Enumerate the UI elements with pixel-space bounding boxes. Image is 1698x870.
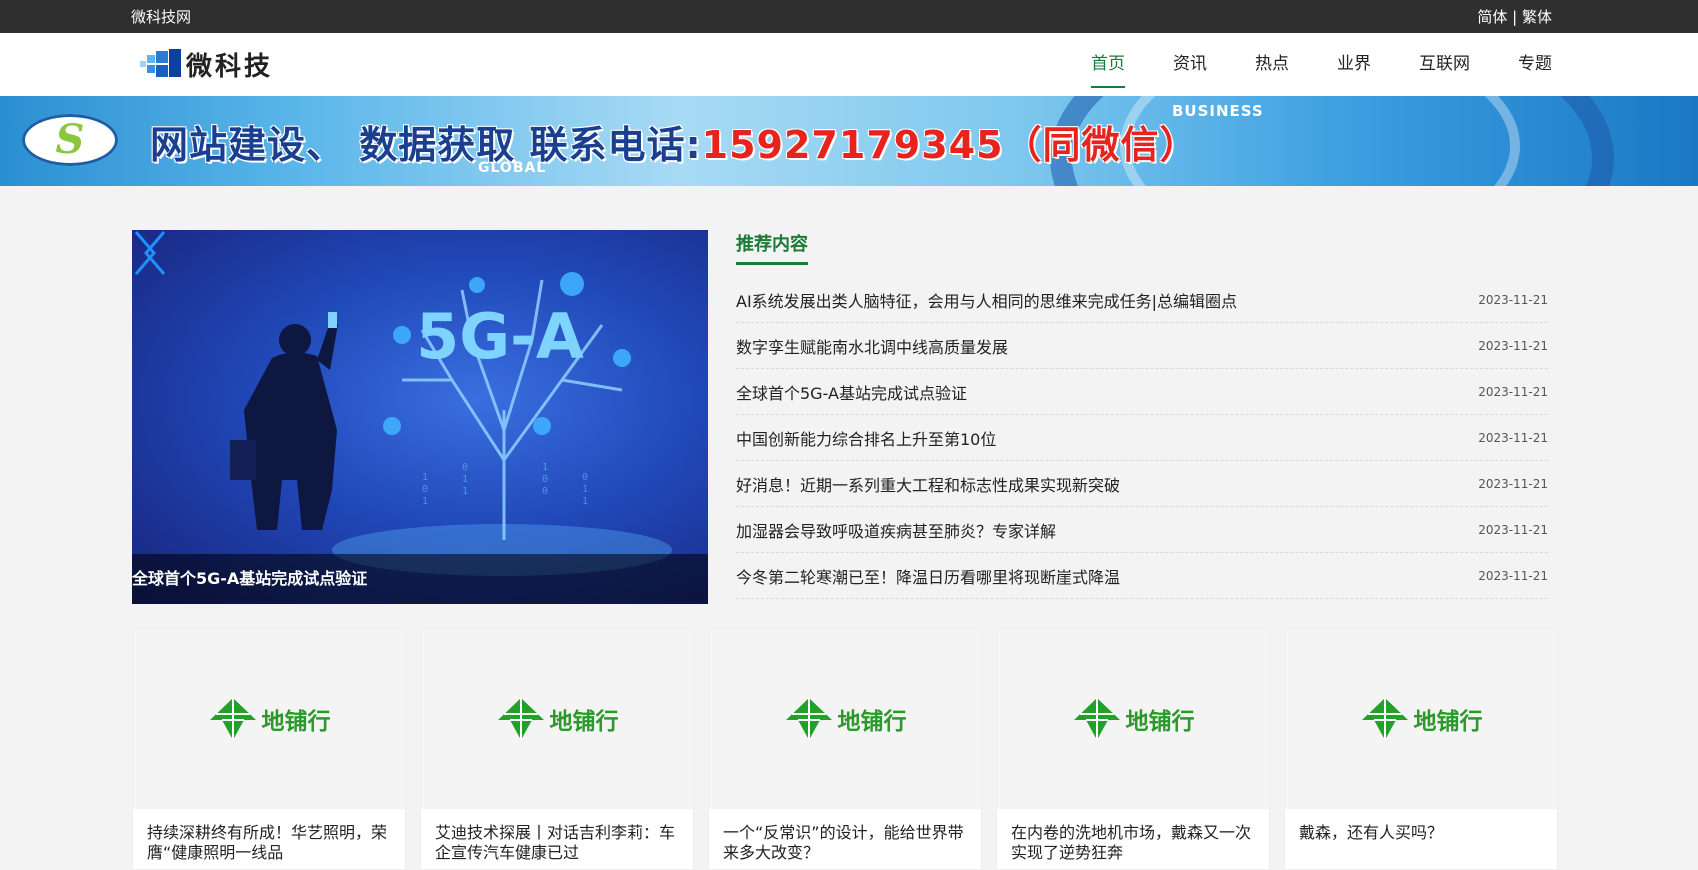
nav-home[interactable]: 首页: [1091, 33, 1125, 96]
card-title[interactable]: 持续深耕终有所成！华艺照明，荣膺“健康照明一线品: [133, 809, 405, 863]
svg-text:1: 1: [542, 462, 548, 473]
slider-next-arrow-icon[interactable]: [132, 230, 158, 276]
recommend-item-title[interactable]: 今冬第二轮寒潮已至！降温日历看哪里将现断崖式降温: [736, 564, 1120, 588]
recommend-item-date: 2023-11-21: [1478, 384, 1548, 399]
recommend-item-title[interactable]: 好消息！近期一系列重大工程和标志性成果实现新突破: [736, 472, 1120, 496]
recommend-item[interactable]: AI系统发展出类人脑特征，会用与人相同的思维来完成任务|总编辑圈点 2023-11…: [736, 277, 1548, 323]
dipuxing-logo-icon: [1073, 698, 1120, 740]
lang-simplified-link[interactable]: 简体: [1477, 8, 1507, 26]
slide-5g-label: 5G-A: [416, 300, 584, 373]
top-bar: 微科技网 简体 | 繁体: [0, 0, 1698, 33]
recommend-item-title[interactable]: 全球首个5G-A基站完成试点验证: [736, 380, 967, 404]
header: 微科技 首页 资讯 热点 业界 互联网 专题: [0, 33, 1698, 96]
svg-text:1: 1: [582, 484, 588, 495]
banner-text: 网站建设、 数据获取 联系电话:15927179345（同微信）: [150, 114, 1199, 169]
dipuxing-logo-icon: [497, 698, 544, 740]
article-card[interactable]: 地铺行 在内卷的洗地机市场，戴森又一次实现了逆势狂奔: [996, 628, 1270, 870]
article-card[interactable]: 地铺行 戴森，还有人买吗？: [1284, 628, 1558, 870]
recommend-item-date: 2023-11-21: [1478, 568, 1548, 583]
svg-text:1: 1: [422, 496, 428, 507]
lang-traditional-link[interactable]: 繁体: [1522, 8, 1552, 26]
site-logo[interactable]: 微科技: [140, 46, 273, 82]
card-logo-text: 地铺行: [549, 709, 619, 735]
dipuxing-logo-icon: [1361, 698, 1408, 740]
recommend-item[interactable]: 中国创新能力综合排名上升至第10位 2023-11-21: [736, 415, 1548, 461]
recommend-item[interactable]: 全球首个5G-A基站完成试点验证 2023-11-21: [736, 369, 1548, 415]
banner-suffix: （同微信）: [1003, 123, 1199, 167]
recommend-item[interactable]: 数字孪生赋能南水北调中线高质量发展 2023-11-21: [736, 323, 1548, 369]
article-card[interactable]: 地铺行 一个“反常识”的设计，能给世界带来多大改变？: [708, 628, 982, 870]
recommend-item-title[interactable]: 中国创新能力综合排名上升至第10位: [736, 426, 996, 450]
slide-image: 101 011 100 011 5G-A: [230, 272, 672, 576]
recommend-title: 推荐内容: [736, 230, 808, 265]
article-card[interactable]: 地铺行 艾迪技术探展丨对话吉利李莉：车企宣传汽车健康已过: [420, 628, 694, 870]
lang-separator: |: [1507, 8, 1522, 26]
card-title[interactable]: 艾迪技术探展丨对话吉利李莉：车企宣传汽车健康已过: [421, 809, 693, 863]
svg-text:0: 0: [542, 474, 548, 485]
card-logo-text: 地铺行: [1413, 709, 1483, 735]
card-logo-text: 地铺行: [1125, 709, 1195, 735]
card-title[interactable]: 一个“反常识”的设计，能给世界带来多大改变？: [709, 809, 981, 863]
banner-text-main: 网站建设、 数据获取 联系电话:: [150, 123, 702, 167]
card-thumbnail[interactable]: 地铺行: [133, 629, 405, 809]
recommend-section: 推荐内容 AI系统发展出类人脑特征，会用与人相同的思维来完成任务|总编辑圈点 20…: [736, 230, 1548, 599]
recommend-item-title[interactable]: AI系统发展出类人脑特征，会用与人相同的思维来完成任务|总编辑圈点: [736, 288, 1237, 312]
ad-banner[interactable]: S BUSINESS GLOBAL 网站建设、 数据获取 联系电话:159271…: [0, 96, 1698, 186]
recommend-item[interactable]: 好消息！近期一系列重大工程和标志性成果实现新突破 2023-11-21: [736, 461, 1548, 507]
article-card[interactable]: 地铺行 持续深耕终有所成！华艺照明，荣膺“健康照明一线品: [132, 628, 406, 870]
banner-phone: 15927179345: [701, 123, 1004, 167]
card-thumbnail[interactable]: 地铺行: [421, 629, 693, 809]
nav-news[interactable]: 资讯: [1173, 33, 1207, 96]
slide-caption[interactable]: 全球首个5G-A基站完成试点验证: [132, 554, 708, 604]
svg-text:1: 1: [422, 472, 428, 483]
recommend-item-date: 2023-11-21: [1478, 430, 1548, 445]
dipuxing-logo-icon: [785, 698, 832, 740]
nav-industry[interactable]: 业界: [1337, 33, 1371, 96]
dipuxing-logo-icon: [209, 698, 256, 740]
recommend-item[interactable]: 加湿器会导致呼吸道疾病甚至肺炎？专家详解 2023-11-21: [736, 507, 1548, 553]
recommend-item-date: 2023-11-21: [1478, 292, 1548, 307]
featured-slider[interactable]: 101 011 100 011 5G-A 全球首个5G-A基站完成试点验证: [132, 230, 708, 604]
logo-pixel-icon: [140, 49, 182, 79]
svg-text:0: 0: [542, 486, 548, 497]
nav-topics[interactable]: 专题: [1518, 33, 1552, 96]
banner-s-logo-icon: S: [22, 114, 118, 166]
card-thumbnail[interactable]: 地铺行: [1285, 629, 1557, 809]
svg-text:1: 1: [462, 486, 468, 497]
card-thumbnail[interactable]: 地铺行: [709, 629, 981, 809]
language-switcher: 简体 | 繁体: [1477, 6, 1552, 27]
recommend-item-title[interactable]: 数字孪生赋能南水北调中线高质量发展: [736, 334, 1008, 358]
svg-text:1: 1: [582, 496, 588, 507]
site-name[interactable]: 微科技网: [131, 6, 191, 27]
logo-text: 微科技: [186, 51, 274, 82]
nav-internet[interactable]: 互联网: [1419, 33, 1470, 96]
svg-text:1: 1: [462, 474, 468, 485]
recommend-item-date: 2023-11-21: [1478, 476, 1548, 491]
svg-text:0: 0: [582, 472, 588, 483]
recommend-item-title[interactable]: 加湿器会导致呼吸道疾病甚至肺炎？专家详解: [736, 518, 1056, 542]
card-title[interactable]: 戴森，还有人买吗？: [1285, 809, 1557, 843]
card-thumbnail[interactable]: 地铺行: [997, 629, 1269, 809]
svg-text:0: 0: [462, 462, 468, 473]
card-title[interactable]: 在内卷的洗地机市场，戴森又一次实现了逆势狂奔: [997, 809, 1269, 863]
recommend-item[interactable]: 今冬第二轮寒潮已至！降温日历看哪里将现断崖式降温 2023-11-21: [736, 553, 1548, 599]
main-nav: 首页 资讯 热点 业界 互联网 专题: [1043, 33, 1552, 96]
recommend-list: AI系统发展出类人脑特征，会用与人相同的思维来完成任务|总编辑圈点 2023-11…: [736, 277, 1548, 599]
svg-text:0: 0: [422, 484, 428, 495]
card-logo-text: 地铺行: [261, 709, 331, 735]
recommend-item-date: 2023-11-21: [1478, 522, 1548, 537]
card-logo-text: 地铺行: [837, 709, 907, 735]
recommend-item-date: 2023-11-21: [1478, 338, 1548, 353]
nav-hot[interactable]: 热点: [1255, 33, 1289, 96]
